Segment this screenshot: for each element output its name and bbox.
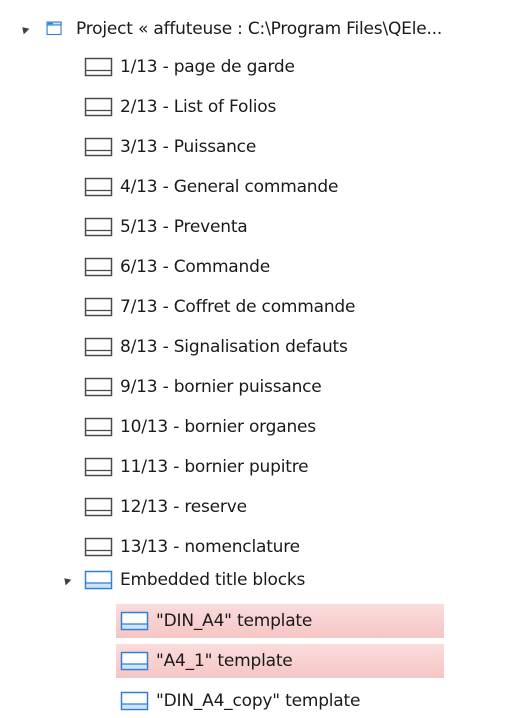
tree-item-folio[interactable]: 4/13 - General commande: [84, 170, 504, 204]
tree-item-template[interactable]: "DIN_A4_copy" template: [116, 684, 444, 718]
tree-item-template[interactable]: "A4_1" template: [116, 644, 444, 678]
folio-label: 2/13 - List of Folios: [120, 97, 277, 117]
tree-item-folio[interactable]: 9/13 - bornier puissance: [84, 370, 504, 404]
template-icon: [120, 611, 149, 631]
folio-page-icon: [84, 457, 113, 477]
folio-label: 5/13 - Preventa: [120, 217, 248, 237]
tree-item-template[interactable]: "DIN_A4" template: [116, 604, 444, 638]
folio-page-icon: [84, 337, 113, 357]
folio-label: 6/13 - Commande: [120, 257, 270, 277]
folio-label: 10/13 - bornier organes: [120, 417, 316, 437]
template-label: "A4_1" template: [156, 651, 293, 671]
tree-item-folio[interactable]: 2/13 - List of Folios: [84, 90, 504, 124]
folio-label: 11/13 - bornier pupitre: [120, 457, 309, 477]
folio-page-icon: [84, 257, 113, 277]
folio-page-icon: [84, 177, 113, 197]
tree-item-folio[interactable]: 10/13 - bornier organes: [84, 410, 504, 444]
folio-label: 13/13 - nomenclature: [120, 537, 300, 557]
tree-item-folio[interactable]: 6/13 - Commande: [84, 250, 504, 284]
folio-page-icon: [84, 497, 113, 517]
project-window-icon: [46, 21, 62, 36]
template-label: "DIN_A4" template: [156, 611, 313, 631]
folio-label: 7/13 - Coffret de commande: [120, 297, 356, 317]
folio-page-icon: [84, 217, 113, 237]
folio-label: 3/13 - Puissance: [120, 137, 257, 157]
tree-item-project[interactable]: Project « affuteuse : C:\Program Files\Q…: [46, 12, 516, 46]
template-icon: [120, 651, 149, 671]
tree-item-folio[interactable]: 13/13 - nomenclature: [84, 530, 504, 564]
folio-label: 9/13 - bornier puissance: [120, 377, 322, 397]
folio-page-icon: [84, 417, 113, 437]
template-label: "DIN_A4_copy" template: [156, 691, 361, 711]
project-tree: Project « affuteuse : C:\Program Files\Q…: [0, 0, 522, 717]
tree-item-folio[interactable]: 12/13 - reserve: [84, 490, 504, 524]
folio-label: 8/13 - Signalisation defauts: [120, 337, 348, 357]
project-label: Project « affuteuse : C:\Program Files\Q…: [76, 19, 443, 39]
folio-page-icon: [84, 297, 113, 317]
folio-page-icon: [84, 137, 113, 157]
collapse-arrow-icon[interactable]: [16, 21, 30, 35]
folio-label: 1/13 - page de garde: [120, 57, 295, 77]
folio-page-icon: [84, 377, 113, 397]
tree-item-folio[interactable]: 5/13 - Preventa: [84, 210, 504, 244]
embedded-title-blocks-label: Embedded title blocks: [120, 570, 306, 590]
folio-page-icon: [84, 537, 113, 557]
folio-label: 12/13 - reserve: [120, 497, 247, 517]
template-icon: [120, 691, 149, 711]
tree-item-folio[interactable]: 11/13 - bornier pupitre: [84, 450, 504, 484]
tree-item-folio[interactable]: 3/13 - Puissance: [84, 130, 504, 164]
collapse-arrow-icon[interactable]: [58, 572, 72, 586]
tree-item-embedded-title-blocks[interactable]: Embedded title blocks: [84, 563, 504, 597]
tree-item-folio[interactable]: 8/13 - Signalisation defauts: [84, 330, 504, 364]
tree-item-folio[interactable]: 1/13 - page de garde: [84, 50, 504, 84]
folio-page-icon: [84, 57, 113, 77]
tree-item-folio[interactable]: 7/13 - Coffret de commande: [84, 290, 504, 324]
title-block-group-icon: [84, 570, 113, 590]
folio-label: 4/13 - General commande: [120, 177, 339, 197]
folio-page-icon: [84, 97, 113, 117]
